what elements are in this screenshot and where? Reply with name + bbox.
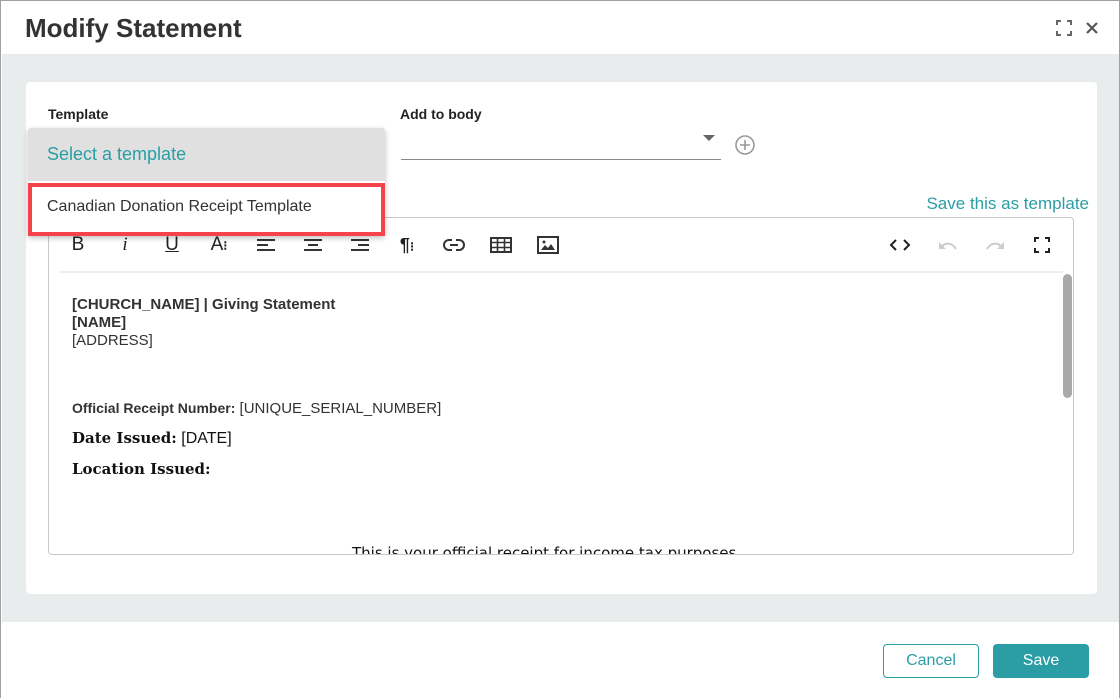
undo-button[interactable] bbox=[935, 232, 961, 258]
receipt-number-value: [UNIQUE_SERIAL_NUMBER] bbox=[235, 400, 442, 417]
maximize-icon[interactable] bbox=[1055, 19, 1073, 37]
receipt-number-label: Official Receipt Number: bbox=[72, 400, 236, 416]
church-name-line: [CHURCH_NAME] | Giving Statement bbox=[72, 296, 336, 313]
align-left-icon bbox=[257, 239, 275, 251]
date-issued-value: [DATE] bbox=[176, 430, 232, 447]
link-button[interactable] bbox=[441, 232, 467, 258]
rich-text-editor: B i U A⁝ ¶⁝ [CHURCH_NAME] | Giving State… bbox=[48, 217, 1074, 555]
template-select-placeholder[interactable]: Select a template bbox=[28, 128, 385, 181]
link-icon bbox=[443, 238, 465, 252]
receipt-number-line: Official Receipt Number: [UNIQUE_SERIAL_… bbox=[72, 399, 1052, 418]
redo-button[interactable] bbox=[982, 232, 1008, 258]
close-icon[interactable] bbox=[1083, 19, 1101, 37]
image-button[interactable] bbox=[535, 232, 561, 258]
template-option-canadian-donation-receipt[interactable]: Canadian Donation Receipt Template bbox=[28, 183, 385, 236]
dialog-title: Modify Statement bbox=[25, 13, 242, 43]
template-label: Template bbox=[48, 106, 109, 122]
underline-icon: U bbox=[165, 234, 179, 255]
editor-scrollbar[interactable] bbox=[1063, 274, 1072, 398]
template-dropdown[interactable]: Select a template Canadian Donation Rece… bbox=[28, 128, 385, 236]
undo-icon bbox=[939, 242, 957, 250]
paragraph-format-button[interactable]: ¶⁝ bbox=[394, 232, 420, 258]
add-to-body-select[interactable] bbox=[401, 127, 721, 160]
fullscreen-icon bbox=[1034, 237, 1050, 253]
image-icon bbox=[537, 236, 559, 254]
dialog-header: Modify Statement bbox=[1, 1, 1119, 54]
code-icon bbox=[889, 239, 911, 251]
modify-statement-dialog: Modify Statement Template Add to body Sa… bbox=[0, 0, 1120, 698]
font-size-icon: A⁝ bbox=[210, 234, 228, 255]
align-right-icon bbox=[351, 239, 369, 251]
editor-content[interactable]: [CHURCH_NAME] | Giving Statement [NAME] … bbox=[72, 296, 1052, 554]
bold-icon: B bbox=[71, 234, 85, 255]
tax-receipt-note: This is your official receipt for income… bbox=[352, 544, 742, 555]
table-button[interactable] bbox=[488, 232, 514, 258]
location-issued-line: Location Issued: bbox=[72, 460, 211, 478]
redo-icon bbox=[986, 242, 1004, 250]
table-icon bbox=[490, 237, 512, 253]
save-button[interactable]: Save bbox=[993, 644, 1089, 678]
add-to-body-label: Add to body bbox=[400, 106, 482, 122]
cancel-button[interactable]: Cancel bbox=[883, 644, 979, 678]
date-issued-label: Date Issued: bbox=[72, 429, 177, 447]
add-plus-icon[interactable] bbox=[734, 134, 756, 156]
chevron-down-icon bbox=[703, 135, 715, 141]
save-as-template-link[interactable]: Save this as template bbox=[926, 194, 1089, 214]
name-line: [NAME] bbox=[72, 314, 127, 331]
align-center-icon bbox=[304, 239, 322, 251]
code-view-button[interactable] bbox=[887, 232, 913, 258]
italic-icon: i bbox=[122, 234, 128, 255]
dialog-footer: Cancel Save bbox=[1, 622, 1119, 698]
fullscreen-button[interactable] bbox=[1029, 232, 1055, 258]
date-issued-line: Date Issued: [DATE] bbox=[72, 428, 1052, 449]
paragraph-icon: ¶⁝ bbox=[399, 234, 415, 255]
address-line: [ADDRESS] bbox=[72, 332, 153, 349]
